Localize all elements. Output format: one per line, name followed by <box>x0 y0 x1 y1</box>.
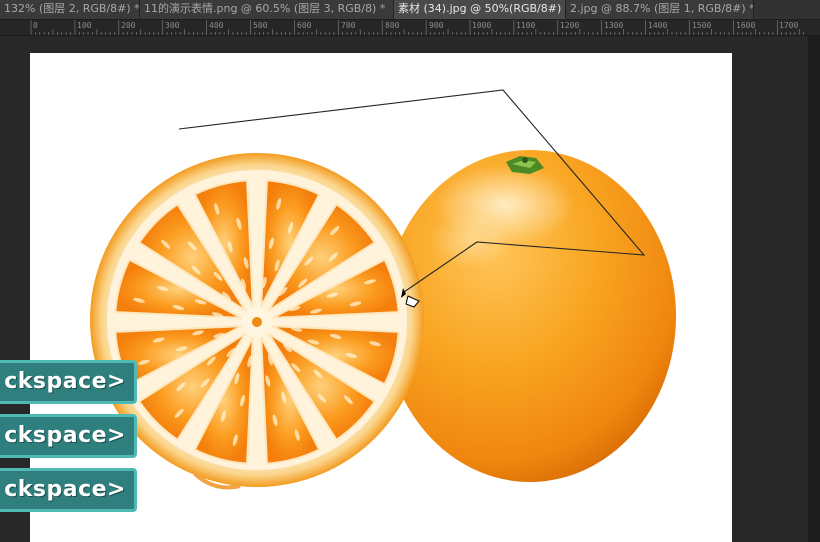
whole-orange <box>384 150 676 482</box>
keystroke-text: ckspace> <box>4 369 126 394</box>
keystroke-overlay: ckspace> <box>0 414 137 458</box>
keystroke-text: ckspace> <box>4 477 126 502</box>
orange-artwork <box>90 89 676 490</box>
keystroke-text: ckspace> <box>4 423 126 448</box>
keystroke-overlay: ckspace> <box>0 468 137 512</box>
sliced-orange <box>90 153 424 490</box>
keystroke-overlay: ckspace> <box>0 360 137 404</box>
